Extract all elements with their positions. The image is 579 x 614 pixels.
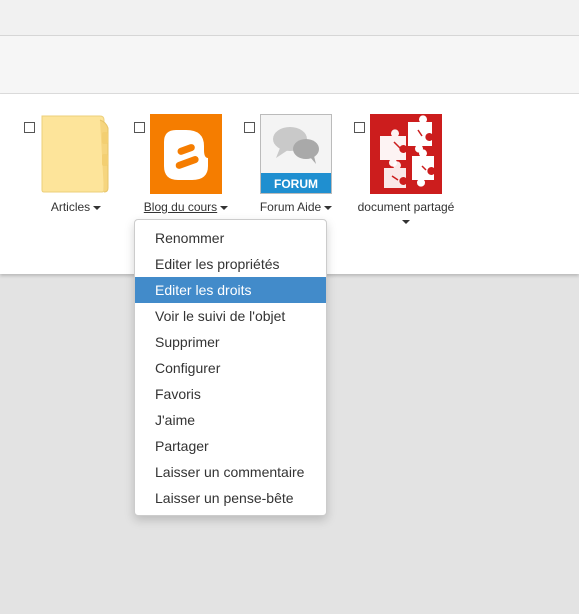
menu-item-favoris[interactable]: Favoris — [135, 381, 326, 407]
dropdown-caret-icon[interactable] — [402, 220, 410, 224]
menu-item-editer-droits[interactable]: Editer les droits — [135, 277, 326, 303]
select-checkbox[interactable] — [354, 122, 365, 133]
select-checkbox[interactable] — [244, 122, 255, 133]
select-checkbox[interactable] — [24, 122, 35, 133]
forum-icon[interactable]: FORUM — [260, 114, 332, 194]
menu-item-voir-suivi[interactable]: Voir le suivi de l'objet — [135, 303, 326, 329]
dropdown-caret-icon[interactable] — [93, 205, 102, 210]
toolbar — [0, 36, 579, 94]
puzzle-icon[interactable] — [370, 114, 442, 194]
select-checkbox[interactable] — [134, 122, 145, 133]
blogger-icon[interactable] — [150, 114, 222, 194]
top-bar — [0, 0, 579, 36]
menu-item-pense-bete[interactable]: Laisser un pense-bête — [135, 485, 326, 511]
menu-item-jaime[interactable]: J'aime — [135, 407, 326, 433]
menu-item-configurer[interactable]: Configurer — [135, 355, 326, 381]
forum-badge-text: FORUM — [274, 177, 318, 191]
folder-icon[interactable] — [40, 114, 112, 194]
resource-label[interactable]: document partagé — [334, 200, 478, 224]
menu-item-commentaire[interactable]: Laisser un commentaire — [135, 459, 326, 485]
menu-item-renommer[interactable]: Renommer — [135, 225, 326, 251]
context-menu: Renommer Editer les propriétés Editer le… — [134, 219, 327, 516]
menu-item-partager[interactable]: Partager — [135, 433, 326, 459]
menu-item-editer-proprietes[interactable]: Editer les propriétés — [135, 251, 326, 277]
dropdown-caret-icon[interactable] — [324, 205, 333, 210]
menu-item-supprimer[interactable]: Supprimer — [135, 329, 326, 355]
